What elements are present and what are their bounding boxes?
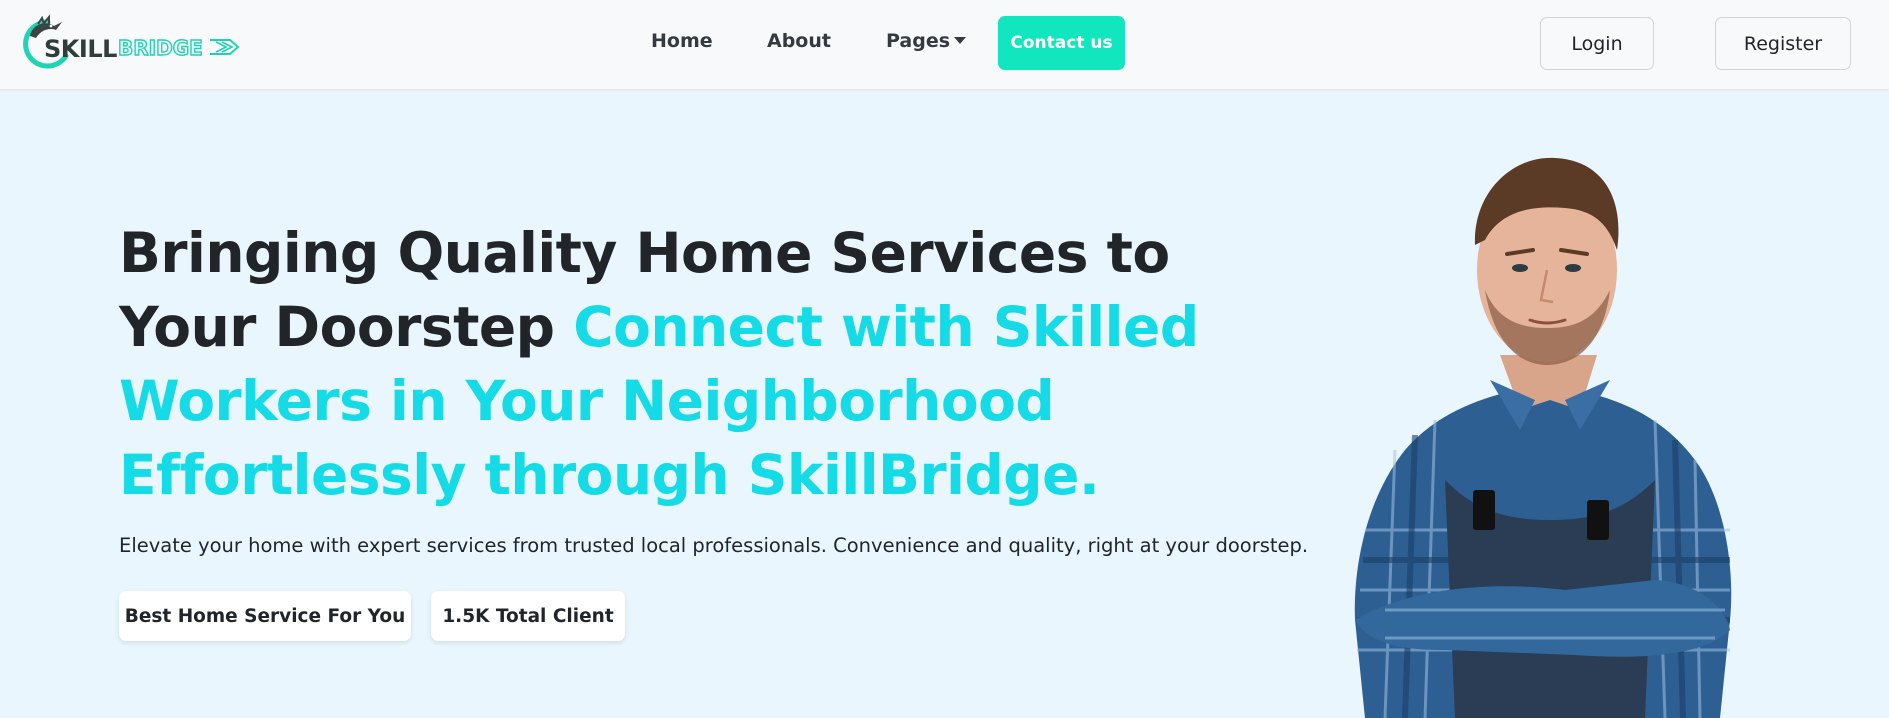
brand-logo[interactable]: SKILL BRIDGE: [18, 14, 240, 72]
nav-pages-dropdown[interactable]: Pages: [886, 30, 967, 52]
badge-total-client: 1.5K Total Client: [431, 591, 625, 641]
login-button[interactable]: Login: [1540, 17, 1654, 70]
nav-about-link[interactable]: About: [767, 30, 831, 52]
hero-title: Bringing Quality Home Services to Your D…: [119, 216, 1199, 512]
nav-home-link[interactable]: Home: [651, 30, 713, 52]
register-button[interactable]: Register: [1715, 17, 1851, 70]
top-navbar: SKILL BRIDGE Home About Pages Contact us…: [0, 0, 1889, 90]
logo-text-skill: SKILL: [44, 35, 117, 63]
hero-subtitle: Elevate your home with expert services f…: [119, 534, 1309, 557]
contact-us-button[interactable]: Contact us: [998, 16, 1125, 70]
logo-text-bridge: BRIDGE: [117, 35, 203, 60]
nav-pages-label: Pages: [886, 30, 951, 52]
caret-down-icon: [954, 37, 967, 44]
badge-best-service: Best Home Service For You: [119, 591, 411, 641]
logo-arrow-icon: [210, 39, 240, 55]
worker-photo: [1354, 157, 1732, 718]
